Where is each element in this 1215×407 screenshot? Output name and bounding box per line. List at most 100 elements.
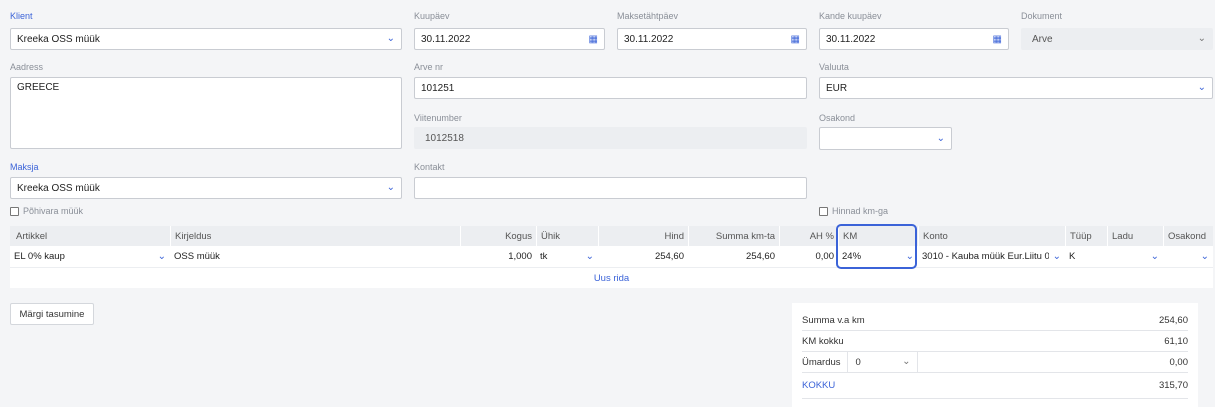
address-label: Aadress	[10, 62, 44, 72]
entry-date-input[interactable]: 30.11.2022 ▦	[819, 28, 1009, 50]
col-qty: Kogus	[460, 226, 536, 246]
chevron-down-icon: ⌄	[1197, 82, 1206, 93]
chevron-down-icon: ⌄	[1200, 250, 1209, 262]
unit-cell[interactable]: tk ⌄	[536, 246, 598, 267]
due-date-label: Maksetähtpäev	[617, 11, 679, 21]
chevron-down-icon: ⌄	[902, 356, 911, 367]
main-asset-checkbox[interactable]: Põhivara müük	[10, 206, 83, 216]
currency-value: EUR	[826, 82, 848, 94]
currency-select[interactable]: EUR ⌄	[819, 77, 1213, 99]
col-type: Tüüp	[1065, 226, 1107, 246]
rounding-value: 0,00	[1169, 356, 1189, 368]
ah-cell[interactable]: 0,00	[779, 246, 838, 267]
grand-total-value: 315,70	[1158, 380, 1188, 391]
entry-date-label: Kande kuupäev	[819, 11, 882, 21]
invoice-lines-table: Artikkel Kirjeldus Kogus Ühik Hind Summa…	[10, 226, 1213, 288]
col-department: Osakond	[1163, 226, 1213, 246]
vat-total-label: KM kokku	[802, 335, 844, 347]
col-description: Kirjeldus	[170, 226, 460, 246]
reference-label: Viitenumber	[414, 113, 462, 123]
payer-select[interactable]: Kreeka OSS müük ⌄	[10, 177, 402, 199]
department-cell[interactable]: ⌄	[1163, 246, 1213, 267]
col-price: Hind	[598, 226, 688, 246]
invoice-no-value: 101251	[421, 82, 455, 94]
calendar-icon[interactable]: ▦	[791, 34, 800, 45]
reference-value: 1012518	[425, 132, 464, 144]
vat-total-value: 61,10	[1164, 335, 1188, 347]
document-select[interactable]: Arve ⌄	[1021, 28, 1213, 50]
article-cell[interactable]: EL 0% kaup ⌄	[10, 246, 170, 267]
vat-column-highlight	[836, 224, 917, 269]
col-sum: Summa km-ta	[688, 226, 779, 246]
rounding-select-value: 0	[855, 356, 861, 368]
rounding-label: Ümardus	[802, 352, 848, 372]
chevron-down-icon: ⌄	[585, 250, 594, 262]
description-cell[interactable]: OSS müük	[170, 246, 460, 267]
type-cell[interactable]: K	[1065, 246, 1107, 267]
date-input[interactable]: 30.11.2022 ▦	[414, 28, 605, 50]
mark-payment-button[interactable]: Märgi tasumine	[10, 303, 94, 325]
article-value: EL 0% kaup	[14, 251, 65, 262]
rounding-select[interactable]: 0 ⌄	[848, 352, 918, 372]
checkbox-box[interactable]	[10, 206, 19, 216]
main-asset-label: Põhivara müük	[23, 206, 84, 216]
payer-value: Kreeka OSS müük	[17, 182, 100, 194]
checkbox-box[interactable]	[819, 206, 828, 216]
chevron-down-icon: ⌄	[1052, 250, 1061, 262]
col-ah: AH %	[779, 226, 838, 246]
chevron-down-icon: ⌄	[386, 33, 395, 44]
client-value: Kreeka OSS müük	[17, 33, 100, 45]
grand-total-row: KOKKU 315,70	[802, 373, 1188, 399]
net-total-value: 254,60	[1158, 314, 1188, 326]
due-date-input[interactable]: 30.11.2022 ▦	[617, 28, 807, 50]
price-cell[interactable]: 254,60	[598, 246, 688, 267]
date-value: 30.11.2022	[421, 33, 471, 45]
payer-label: Maksja	[10, 162, 39, 172]
rounding-row: Ümardus 0 ⌄ 0,00	[802, 352, 1188, 373]
contact-input[interactable]	[414, 177, 807, 199]
prices-vat-checkbox[interactable]: Hinnad km-ga	[819, 206, 888, 216]
new-row-link[interactable]: Uus rida	[10, 268, 1213, 288]
document-value: Arve	[1032, 33, 1053, 45]
document-label: Dokument	[1021, 11, 1063, 21]
reference-input: 1012518	[414, 127, 807, 149]
chevron-down-icon: ⌄	[157, 250, 166, 262]
col-account: Konto	[918, 226, 1065, 246]
date-label: Kuupäev	[414, 11, 450, 21]
invoice-no-label: Arve nr	[414, 62, 444, 72]
account-value: 3010 - Kauba müük Eur.Liitu 0%	[922, 251, 1049, 262]
address-textarea[interactable]: GREECE	[10, 77, 402, 149]
chevron-down-icon: ⌄	[1197, 33, 1206, 44]
calendar-icon[interactable]: ▦	[993, 34, 1002, 45]
chevron-down-icon: ⌄	[936, 132, 945, 144]
prices-vat-label: Hinnad km-ga	[832, 206, 889, 216]
invoice-no-input[interactable]: 101251	[414, 77, 807, 99]
sum-cell[interactable]: 254,60	[688, 246, 779, 267]
table-header: Artikkel Kirjeldus Kogus Ühik Hind Summa…	[10, 226, 1213, 246]
currency-label: Valuuta	[819, 62, 849, 72]
chevron-down-icon: ⌄	[386, 182, 395, 193]
client-select[interactable]: Kreeka OSS müük ⌄	[10, 28, 402, 50]
department-select[interactable]: ⌄	[819, 127, 952, 150]
warehouse-cell[interactable]: ⌄	[1107, 246, 1163, 267]
net-total-row: Summa v.a km 254,60	[802, 310, 1188, 331]
col-unit: Ühik	[536, 226, 598, 246]
net-total-label: Summa v.a km	[802, 314, 865, 326]
col-warehouse: Ladu	[1107, 226, 1163, 246]
totals-panel: Summa v.a km 254,60 KM kokku 61,10 Ümard…	[792, 303, 1198, 407]
account-cell[interactable]: 3010 - Kauba müük Eur.Liitu 0% ⌄	[918, 246, 1065, 267]
vat-total-row: KM kokku 61,10	[802, 331, 1188, 352]
entry-date-value: 30.11.2022	[826, 33, 876, 45]
contact-label: Kontakt	[414, 162, 445, 172]
due-date-value: 30.11.2022	[624, 33, 674, 45]
department-label: Osakond	[819, 113, 856, 123]
table-row[interactable]: EL 0% kaup ⌄ OSS müük 1,000 tk ⌄ 254,60 25…	[10, 246, 1213, 268]
grand-total-label: KOKKU	[802, 380, 836, 391]
col-article: Artikkel	[16, 230, 48, 242]
qty-cell[interactable]: 1,000	[460, 246, 536, 267]
address-value: GREECE	[17, 82, 60, 93]
client-label: Klient	[10, 11, 33, 21]
unit-value: tk	[540, 251, 548, 262]
chevron-down-icon: ⌄	[1150, 250, 1159, 262]
calendar-icon[interactable]: ▦	[589, 34, 598, 45]
